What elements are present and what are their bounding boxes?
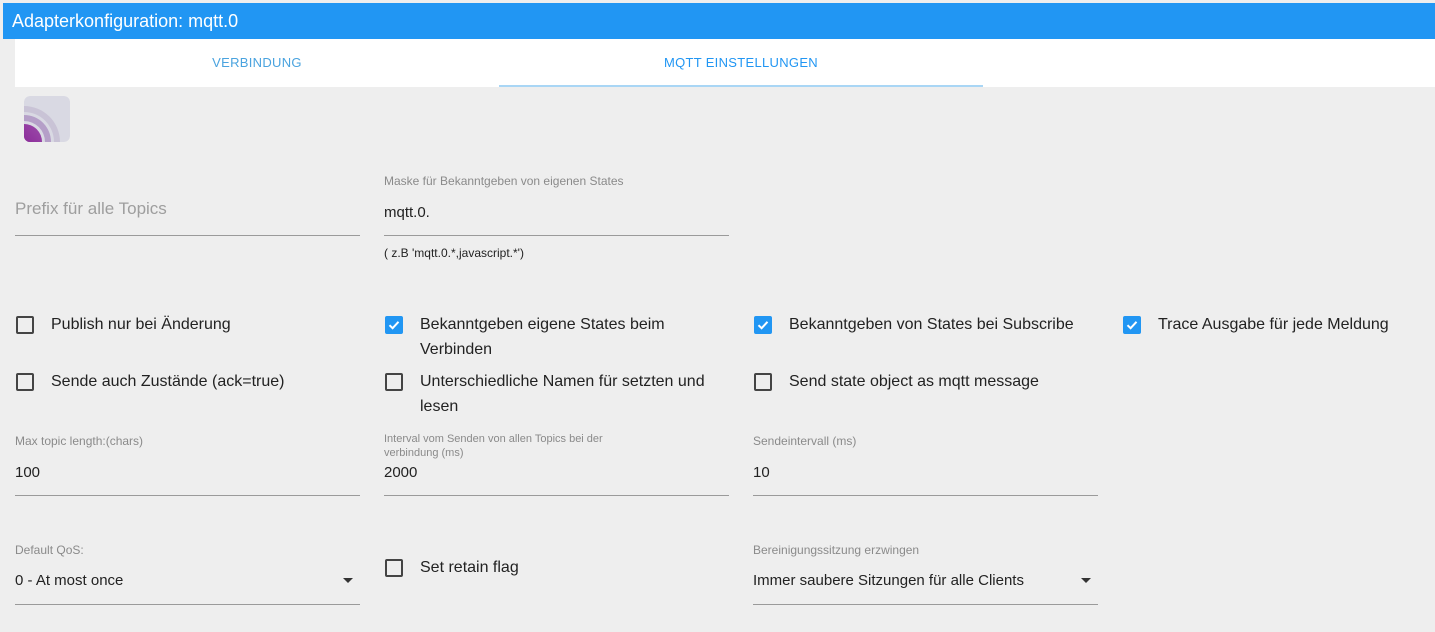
checkbox-label: Publish nur bei Änderung bbox=[51, 316, 231, 333]
tab-bar: VERBINDUNG MQTT EINSTELLUNGEN bbox=[15, 39, 1435, 87]
prefix-field[interactable]: Prefix für alle Topics bbox=[15, 176, 360, 236]
checkbox-box-checked[interactable] bbox=[754, 316, 772, 334]
checkbox-publish-on-subscribe[interactable]: Bekanntgeben von States bei Subscribe bbox=[754, 315, 1104, 337]
checkbox-retain-flag[interactable]: Set retain flag bbox=[385, 558, 715, 580]
interval-all-topics-underline bbox=[384, 495, 729, 496]
checkbox-box[interactable] bbox=[754, 373, 772, 391]
interval-all-topics-field[interactable]: Interval vom Senden von allen Topics bei… bbox=[384, 432, 729, 496]
checkbox-box[interactable] bbox=[385, 559, 403, 577]
default-qos-select[interactable]: Default QoS: 0 - At most once bbox=[15, 543, 360, 605]
checkbox-different-names[interactable]: Unterschiedliche Namen für setzten und l… bbox=[385, 372, 715, 419]
checkbox-label: Set retain flag bbox=[420, 559, 519, 576]
checkbox-box[interactable] bbox=[385, 373, 403, 391]
checkbox-state-object[interactable]: Send state object as mqtt message bbox=[754, 372, 1104, 394]
checkbox-box[interactable] bbox=[16, 373, 34, 391]
max-topic-length-input[interactable]: 100 bbox=[15, 464, 40, 481]
checkbox-box[interactable] bbox=[16, 316, 34, 334]
checkbox-publish-on-change[interactable]: Publish nur bei Änderung bbox=[16, 315, 356, 337]
send-interval-field[interactable]: Sendeintervall (ms) 10 bbox=[753, 434, 1098, 496]
interval-all-topics-input[interactable]: 2000 bbox=[384, 464, 417, 481]
tab-verbindung[interactable]: VERBINDUNG bbox=[15, 39, 499, 87]
checkbox-label: Unterschiedliche Namen für setzten und l… bbox=[420, 373, 705, 415]
clean-session-label: Bereinigungssitzung erzwingen bbox=[753, 543, 920, 557]
checkbox-box-checked[interactable] bbox=[385, 316, 403, 334]
clean-session-select[interactable]: Bereinigungssitzung erzwingen Immer saub… bbox=[753, 543, 1098, 605]
max-topic-length-label: Max topic length:(chars) bbox=[15, 434, 144, 448]
send-interval-label: Sendeintervall (ms) bbox=[753, 434, 857, 448]
max-topic-length-field[interactable]: Max topic length:(chars) 100 bbox=[15, 434, 360, 496]
mqtt-logo-icon bbox=[24, 96, 70, 142]
dialog-title: Adapterkonfiguration: mqtt.0 bbox=[12, 11, 239, 31]
checkbox-trace-output[interactable]: Trace Ausgabe für jede Meldung bbox=[1123, 315, 1433, 337]
clean-session-underline bbox=[753, 604, 1098, 605]
checkbox-label: Trace Ausgabe für jede Meldung bbox=[1158, 316, 1389, 333]
checkbox-send-ack-true[interactable]: Sende auch Zustände (ack=true) bbox=[16, 372, 356, 394]
mask-field[interactable]: Maske für Bekanntgeben von eigenen State… bbox=[384, 174, 729, 264]
tab-mqtt-einstellungen[interactable]: MQTT EINSTELLUNGEN bbox=[499, 39, 983, 87]
chevron-down-icon[interactable] bbox=[1081, 578, 1091, 583]
interval-all-topics-label: Interval vom Senden von allen Topics bei… bbox=[384, 433, 603, 459]
send-interval-input[interactable]: 10 bbox=[753, 464, 770, 481]
checkbox-label: Bekanntgeben eigene States beim Verbinde… bbox=[420, 316, 665, 358]
checkbox-label: Bekanntgeben von States bei Subscribe bbox=[789, 316, 1074, 333]
checkbox-label: Sende auch Zustände (ack=true) bbox=[51, 373, 285, 390]
send-interval-underline bbox=[753, 495, 1098, 496]
chevron-down-icon[interactable] bbox=[343, 578, 353, 583]
mask-underline bbox=[384, 235, 729, 236]
default-qos-label: Default QoS: bbox=[15, 543, 84, 557]
mask-label: Maske für Bekanntgeben von eigenen State… bbox=[384, 174, 624, 188]
default-qos-value[interactable]: 0 - At most once bbox=[15, 572, 123, 589]
clean-session-value[interactable]: Immer saubere Sitzungen für alle Clients bbox=[753, 572, 1024, 589]
active-tab-indicator bbox=[499, 85, 983, 87]
checkbox-publish-own-states[interactable]: Bekanntgeben eigene States beim Verbinde… bbox=[385, 315, 715, 362]
checkbox-box-checked[interactable] bbox=[1123, 316, 1141, 334]
max-topic-length-underline bbox=[15, 495, 360, 496]
prefix-input-placeholder[interactable]: Prefix für alle Topics bbox=[15, 199, 167, 219]
title-bar: Adapterkonfiguration: mqtt.0 bbox=[3, 3, 1435, 39]
mask-helper-text: ( z.B 'mqtt.0.*,javascript.*') bbox=[384, 246, 524, 260]
default-qos-underline bbox=[15, 604, 360, 605]
prefix-underline bbox=[15, 235, 360, 236]
mask-input[interactable]: mqtt.0. bbox=[384, 204, 430, 221]
checkbox-label: Send state object as mqtt message bbox=[789, 373, 1039, 390]
